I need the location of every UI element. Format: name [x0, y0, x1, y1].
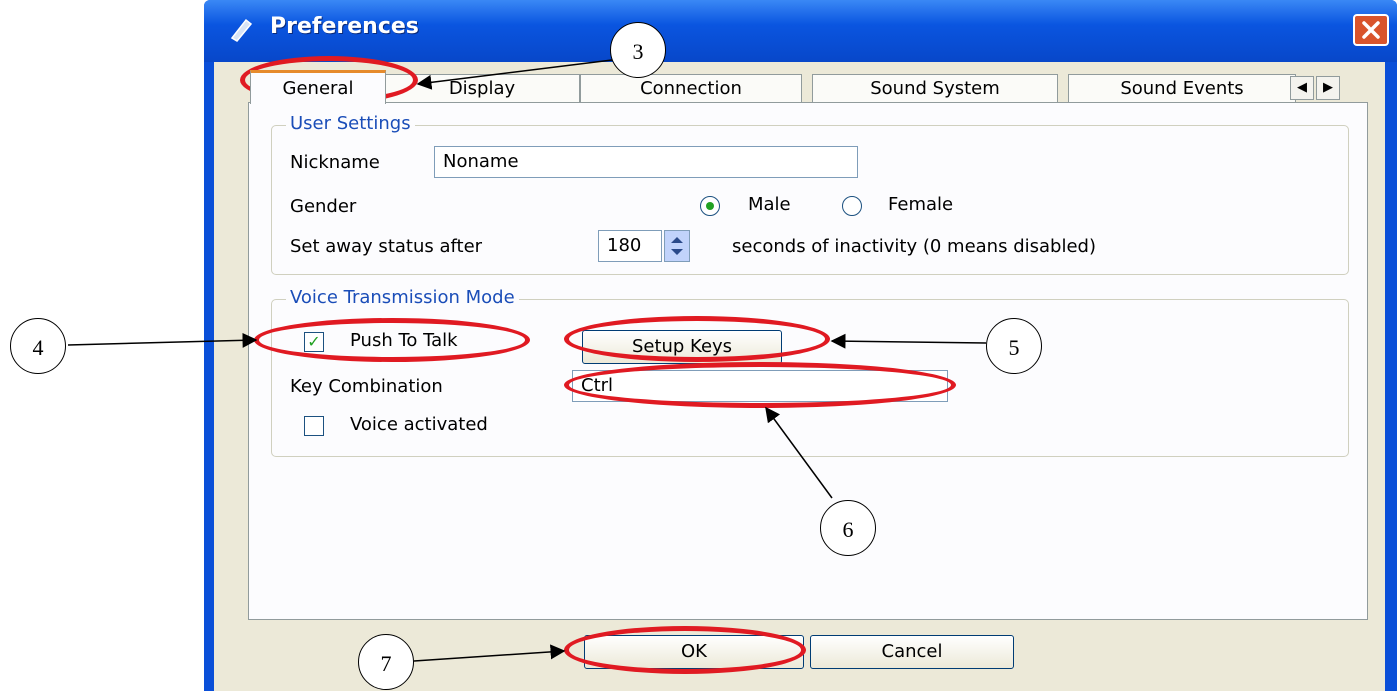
callout-3: 3 [610, 22, 666, 78]
callout-4: 4 [10, 318, 66, 374]
callout-7: 7 [358, 634, 414, 690]
callout-6: 6 [820, 500, 876, 556]
tab-general[interactable]: General [250, 70, 386, 104]
callout-5: 5 [986, 318, 1042, 374]
callout-arrows [67, 59, 987, 662]
